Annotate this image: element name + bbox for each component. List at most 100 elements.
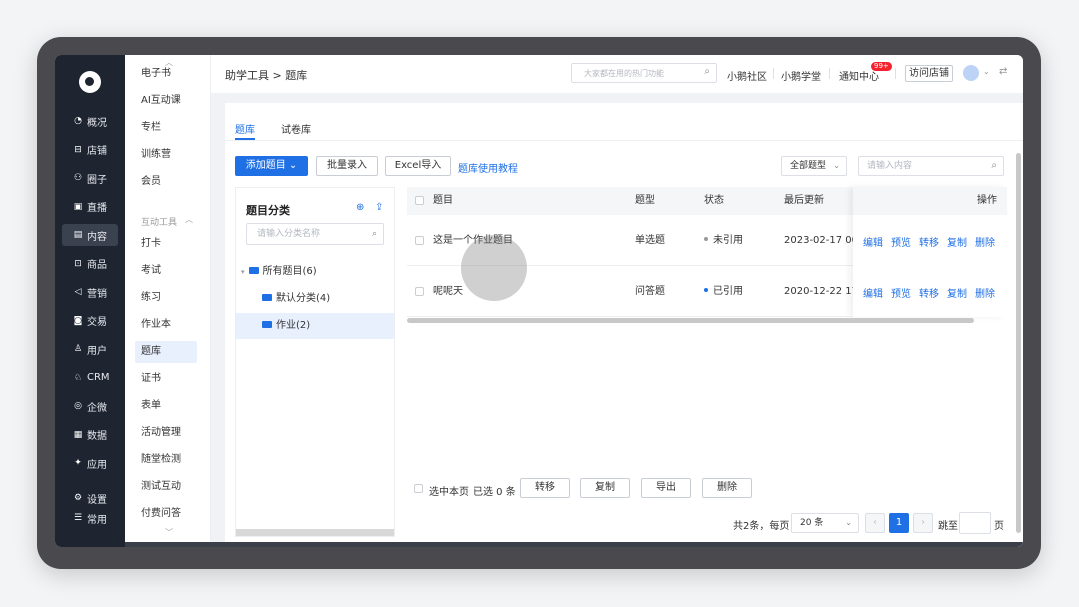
batch-transfer-button[interactable]: 转移 <box>520 478 570 498</box>
page-number-button[interactable]: 1 <box>889 513 909 533</box>
horizontal-scrollbar[interactable] <box>236 529 394 536</box>
caret-down-icon[interactable]: ▾ <box>241 259 245 285</box>
settings-icon: ⚙ <box>73 493 83 503</box>
sub-nav-item[interactable]: 作业本 <box>135 314 197 336</box>
add-question-button[interactable]: 添加题目 ⌄ <box>235 156 308 176</box>
sub-nav-item[interactable]: 题库 <box>135 341 197 363</box>
row-action-3[interactable]: 复制 <box>947 285 967 300</box>
sub-nav-item[interactable]: 打卡 <box>135 233 197 255</box>
question-title[interactable]: 呢呢天 <box>433 266 463 317</box>
row-action-4[interactable]: 删除 <box>975 234 995 249</box>
community-link[interactable]: 小鹅社区 <box>727 68 767 83</box>
row-checkbox[interactable] <box>415 287 424 296</box>
circle-icon: ⚇ <box>73 173 83 183</box>
selected-count: 已选 0 条 <box>473 487 516 498</box>
goto-page-input[interactable] <box>959 512 991 534</box>
category-search-input[interactable]: 请输入分类名称 ⌕ <box>246 223 384 245</box>
sub-nav-item[interactable]: 专栏 <box>135 117 197 139</box>
select-page-checkbox[interactable] <box>414 484 423 493</box>
nav-item-7[interactable]: ◙ 交易 <box>62 310 118 332</box>
table-horizontal-scrollbar[interactable] <box>407 318 974 323</box>
sub-nav-item[interactable]: 表单 <box>135 395 197 417</box>
next-page-button[interactable]: › <box>913 513 933 533</box>
collapse-icon[interactable]: ︿ <box>185 214 193 225</box>
batch-export-button[interactable]: 导出 <box>641 478 691 498</box>
row-action-0[interactable]: 编辑 <box>863 285 883 300</box>
academy-link[interactable]: 小鹅学堂 <box>781 68 821 83</box>
sub-nav-item[interactable]: 练习 <box>135 287 197 309</box>
prev-page-button[interactable]: ‹ <box>865 513 885 533</box>
user-icon: ♙ <box>73 344 83 354</box>
category-node[interactable]: 默认分类(4) <box>236 286 394 312</box>
row-action-3[interactable]: 复制 <box>947 234 967 249</box>
nav-item-3[interactable]: ▣ 直播 <box>62 196 118 218</box>
sub-nav-item[interactable]: 付费问答 <box>135 503 197 525</box>
nav-item-5[interactable]: ⊡ 商品 <box>62 253 118 275</box>
sub-nav-item[interactable]: 证书 <box>135 368 197 390</box>
vertical-scrollbar[interactable] <box>1016 153 1021 533</box>
live-icon: ▣ <box>73 201 83 212</box>
row-action-1[interactable]: 预览 <box>891 285 911 300</box>
total-count: 共2条，每页 <box>733 521 790 532</box>
switch-icon[interactable]: ⇄ <box>999 66 1007 77</box>
nav-item-4[interactable]: ▤ 内容 <box>62 224 118 246</box>
search-icon[interactable]: ⌕ <box>991 157 997 175</box>
tutorial-link[interactable]: 题库使用教程 <box>458 160 518 175</box>
content-search-input[interactable]: 请输入内容 ⌕ <box>858 156 1004 176</box>
nav-item-1[interactable]: ⊟ 店铺 <box>62 139 118 161</box>
scroll-down-icon[interactable]: ﹀ <box>165 527 173 538</box>
nav-bottom-item-1[interactable]: ☰ 常用 <box>62 507 118 529</box>
batch-copy-button[interactable]: 复制 <box>580 478 630 498</box>
row-action-2[interactable]: 转移 <box>919 234 939 249</box>
nav-item-12[interactable]: ✦ 应用 <box>62 452 118 474</box>
header-search-input[interactable]: 大家都在用的热门功能 ⌕ <box>571 63 717 83</box>
status-dot <box>704 237 708 241</box>
row-action-0[interactable]: 编辑 <box>863 234 883 249</box>
chevron-down-icon: ⌄ <box>288 160 298 171</box>
tab-paper-library[interactable]: 试卷库 <box>281 121 311 136</box>
question-type-select[interactable]: 全部题型 ⌄ <box>781 156 847 176</box>
search-icon[interactable]: ⌕ <box>372 224 377 244</box>
sub-nav-item[interactable]: AI互动课 <box>135 90 197 112</box>
sub-nav-item[interactable]: 考试 <box>135 260 197 282</box>
chevron-down-icon[interactable]: ⌄ <box>983 67 990 76</box>
page-size-select[interactable]: 20 条 ⌄ <box>791 513 859 533</box>
nav-item-11[interactable]: ▦ 数据 <box>62 424 118 446</box>
row-checkbox[interactable] <box>415 236 424 245</box>
tab-question-bank[interactable]: 题库 <box>235 121 255 136</box>
sub-nav-item[interactable]: 随堂检测 <box>135 449 197 471</box>
sub-nav-item[interactable]: 活动管理 <box>135 422 197 444</box>
excel-import-button[interactable]: Excel导入 <box>385 156 451 176</box>
visit-store-button[interactable]: 访问店铺 <box>905 65 953 82</box>
select-all-checkbox[interactable] <box>415 196 424 205</box>
nav-item-0[interactable]: ◔ 概况 <box>62 110 118 132</box>
nav-item-8[interactable]: ♙ 用户 <box>62 338 118 360</box>
category-node[interactable]: ▾ 所有题目(6) <box>236 259 394 285</box>
category-node[interactable]: 作业(2) <box>236 313 394 339</box>
add-category-icon[interactable]: ⊕ <box>356 202 364 213</box>
batch-delete-button[interactable]: 删除 <box>702 478 752 498</box>
nav-item-label: 店铺 <box>87 146 107 157</box>
nav-item-6[interactable]: ◁ 营销 <box>62 281 118 303</box>
marketing-icon: ◁ <box>74 287 82 297</box>
avatar[interactable] <box>963 65 979 81</box>
nav-bottom-item-0[interactable]: ⚙ 设置 <box>62 487 118 509</box>
sub-nav-item[interactable]: 电子书 <box>135 63 197 85</box>
nav-item-2[interactable]: ⚇ 圈子 <box>62 167 118 189</box>
sub-nav-item[interactable]: 会员 <box>135 171 197 193</box>
sub-nav-item[interactable]: 训练营 <box>135 144 197 166</box>
question-bank-card: 题库 试卷库 添加题目 ⌄ 批量录入 Excel导入 题库使用教程 全部题型 ⌄ … <box>225 103 1023 543</box>
row-action-1[interactable]: 预览 <box>891 234 911 249</box>
upload-icon[interactable]: ⇪ <box>375 202 383 213</box>
nav-item-10[interactable]: ◎ 企微 <box>62 395 118 417</box>
row-action-4[interactable]: 删除 <box>975 285 995 300</box>
sub-nav-group-label: 互动工具 <box>141 218 178 228</box>
batch-import-button[interactable]: 批量录入 <box>316 156 378 176</box>
nav-item-label: 直播 <box>87 203 107 214</box>
store-icon: ⊟ <box>74 144 82 155</box>
sub-nav-item[interactable]: 测试互动 <box>135 476 197 498</box>
nav-item-9[interactable]: ♘ CRM <box>62 367 118 389</box>
search-icon[interactable]: ⌕ <box>704 66 710 77</box>
notification-badge: 99+ <box>871 62 892 71</box>
row-action-2[interactable]: 转移 <box>919 285 939 300</box>
